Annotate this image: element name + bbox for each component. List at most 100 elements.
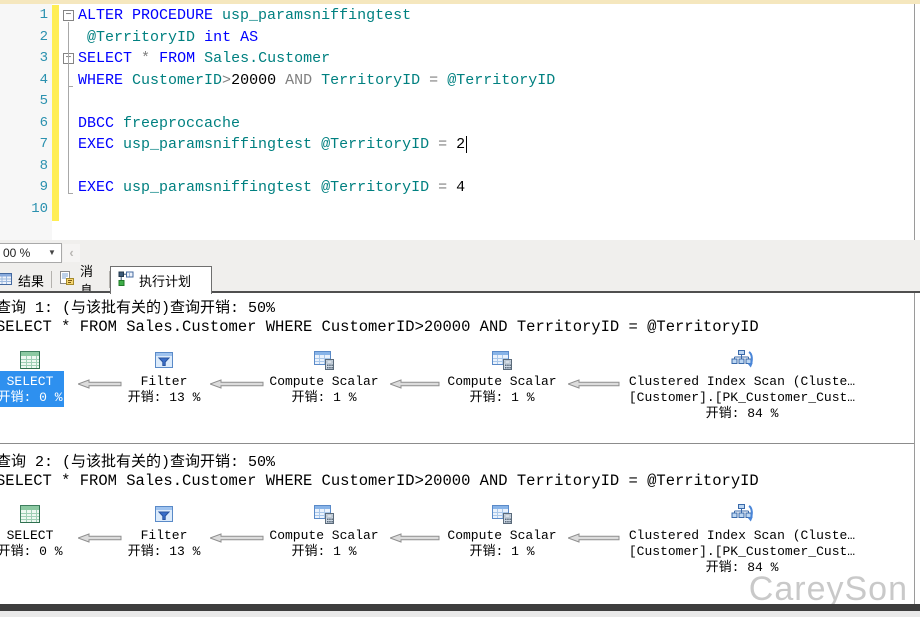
plan-node-label-line: 开销: 1 %: [269, 544, 378, 560]
plan-node-label-line: Compute Scalar: [447, 528, 556, 544]
code-token: [312, 72, 321, 89]
code-token: [78, 29, 87, 46]
select-result-icon[interactable]: [18, 502, 42, 526]
tab-results-grid[interactable]: 结果: [0, 268, 52, 292]
chevron-down-icon[interactable]: ▼: [45, 244, 59, 262]
code-token: DBCC: [78, 115, 114, 132]
sql-editor[interactable]: 12345678910 −− ALTER PROCEDURE usp_param…: [0, 4, 915, 240]
line-number: 7: [0, 134, 48, 156]
code-token: [312, 136, 321, 153]
code-line[interactable]: @TerritoryID int AS: [78, 27, 555, 49]
clustered-index-scan-icon[interactable]: [730, 502, 754, 526]
plan-node-compute-scalar[interactable]: Compute Scalar开销: 1 %: [447, 528, 556, 560]
code-token: [420, 72, 429, 89]
plan-node-label-line: Clustered Index Scan (Cluste…: [629, 374, 855, 390]
query-divider: [0, 443, 915, 444]
code-token: EXEC: [78, 136, 114, 153]
outline-guide-line: [68, 22, 69, 193]
code-line[interactable]: EXEC usp_paramsniffingtest @TerritoryID …: [78, 134, 555, 156]
code-line[interactable]: WHERE CustomerID>20000 AND TerritoryID =…: [78, 70, 555, 92]
row-flow-arrow-icon[interactable]: [568, 376, 620, 394]
code-token: [114, 136, 123, 153]
code-area[interactable]: ALTER PROCEDURE usp_paramsniffingtest @T…: [78, 5, 555, 220]
filter-icon[interactable]: [152, 502, 176, 526]
row-flow-arrow-icon[interactable]: [390, 376, 440, 394]
filter-icon[interactable]: [152, 348, 176, 372]
code-token: AS: [240, 29, 258, 46]
hscroll-left-arrow-icon[interactable]: ‹: [63, 244, 80, 262]
code-token: int: [204, 29, 231, 46]
execution-plan-panel[interactable]: 查询 1: (与该批有关的)查询开销: 50% SELECT * FROM Sal…: [0, 293, 915, 604]
ssms-window: 12345678910 −− ALTER PROCEDURE usp_param…: [0, 0, 920, 617]
query-cost-header: 查询 1: (与该批有关的)查询开销: 50%: [0, 296, 275, 317]
code-token: [150, 50, 159, 67]
plan-node-label-line: Clustered Index Scan (Cluste…: [629, 528, 855, 544]
code-token: freeproccache: [123, 115, 240, 132]
code-line[interactable]: SELECT * FROM Sales.Customer: [78, 48, 555, 70]
row-flow-arrow-icon[interactable]: [210, 530, 264, 548]
compute-scalar-icon[interactable]: [490, 348, 514, 372]
tab-messages[interactable]: 消息: [52, 268, 110, 292]
code-token: [213, 7, 222, 24]
messages-icon: [59, 271, 75, 290]
code-line[interactable]: [78, 156, 555, 178]
code-token: [195, 29, 204, 46]
plan-node-label-line: Compute Scalar: [447, 374, 556, 390]
code-token: EXEC: [78, 179, 114, 196]
plan-node-select[interactable]: SELECT开销: 0 %: [0, 374, 63, 406]
plan-node-filter[interactable]: Filter开销: 13 %: [128, 374, 201, 406]
outline-guide-line: [68, 65, 69, 86]
code-line[interactable]: EXEC usp_paramsniffingtest @TerritoryID …: [78, 177, 555, 199]
code-token: @TerritoryID: [87, 29, 195, 46]
code-line[interactable]: [78, 91, 555, 113]
row-flow-arrow-icon[interactable]: [390, 530, 440, 548]
row-flow-arrow-icon[interactable]: [210, 376, 264, 394]
select-result-icon[interactable]: [18, 348, 42, 372]
plan-node-label-line: Filter: [128, 374, 201, 390]
code-token: 4: [456, 179, 465, 196]
plan-node-filter[interactable]: Filter开销: 13 %: [128, 528, 201, 560]
plan-node-compute-scalar[interactable]: Compute Scalar开销: 1 %: [447, 374, 556, 406]
plan-node-label-line: 开销: 1 %: [447, 544, 556, 560]
compute-scalar-icon[interactable]: [312, 348, 336, 372]
row-flow-arrow-icon[interactable]: [568, 530, 620, 548]
line-number: 2: [0, 27, 48, 49]
code-token: AND: [285, 72, 312, 89]
code-token: SELECT: [78, 50, 132, 67]
plan-node-label-line: 开销: 1 %: [269, 390, 378, 406]
compute-scalar-icon[interactable]: [490, 502, 514, 526]
row-flow-arrow-icon[interactable]: [78, 376, 122, 394]
tab-label: 结果: [18, 271, 44, 290]
plan-node-select[interactable]: SELECT开销: 0 %: [0, 528, 63, 560]
query-sql-text: SELECT * FROM Sales.Customer WHERE Custo…: [0, 472, 759, 490]
line-number: 9: [0, 177, 48, 199]
code-token: =: [438, 179, 447, 196]
plan-node-label-line: 开销: 0 %: [0, 544, 63, 560]
code-line[interactable]: DBCC freeproccache: [78, 113, 555, 135]
code-token: @TerritoryID: [447, 72, 555, 89]
row-flow-arrow-icon[interactable]: [78, 530, 122, 548]
plan-node-compute-scalar[interactable]: Compute Scalar开销: 1 %: [269, 374, 378, 406]
fold-collapse-icon[interactable]: −: [63, 10, 74, 21]
line-number: 8: [0, 156, 48, 178]
plan-node-clustered-index-scan[interactable]: Clustered Index Scan (Cluste…[Customer].…: [629, 374, 855, 422]
zoom-level-combo[interactable]: 00 % ▼: [0, 243, 62, 263]
code-token: [447, 179, 456, 196]
clustered-index-scan-icon[interactable]: [730, 348, 754, 372]
plan-node-label-line: 开销: 13 %: [128, 390, 201, 406]
plan-node-label-line: SELECT: [0, 528, 63, 544]
results-tabbar: 结果消息 执行计划: [0, 264, 920, 293]
line-numbers: 12345678910: [0, 5, 48, 220]
plan-node-compute-scalar[interactable]: Compute Scalar开销: 1 %: [269, 528, 378, 560]
line-number: 1: [0, 5, 48, 27]
plan-node-label-line: 开销: 84 %: [629, 406, 855, 422]
code-line[interactable]: [78, 199, 555, 221]
code-token: ALTER PROCEDURE: [78, 7, 213, 24]
code-line[interactable]: ALTER PROCEDURE usp_paramsniffingtest: [78, 5, 555, 27]
tab-execution-plan[interactable]: 执行计划: [110, 266, 212, 294]
compute-scalar-icon[interactable]: [312, 502, 336, 526]
outline-end-tick: [68, 86, 73, 87]
plan-node-clustered-index-scan[interactable]: Clustered Index Scan (Cluste…[Customer].…: [629, 528, 855, 576]
line-number: 3: [0, 48, 48, 70]
tab-label: 执行计划: [139, 271, 191, 290]
